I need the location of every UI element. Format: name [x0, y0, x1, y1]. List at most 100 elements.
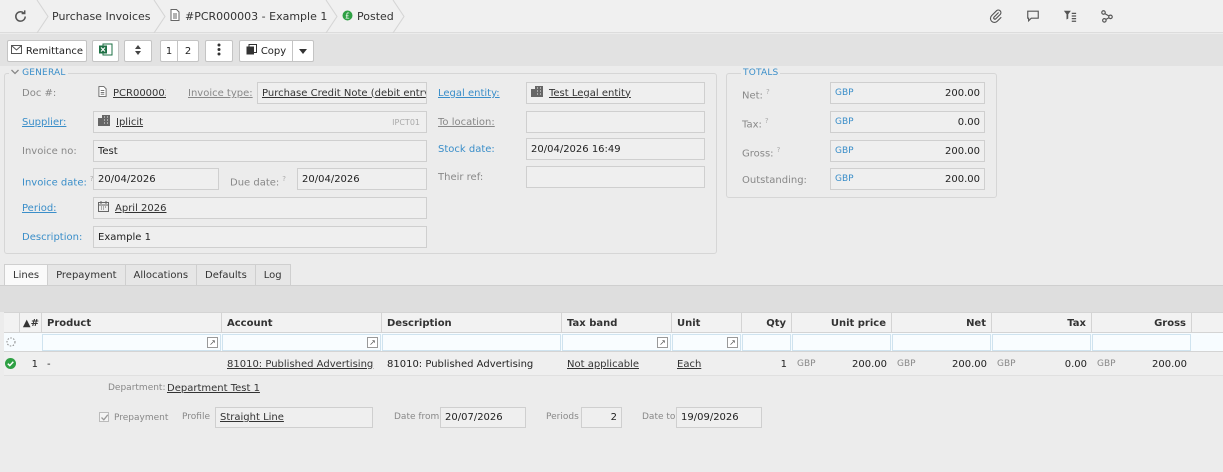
filter-account[interactable]: ↗: [222, 334, 381, 351]
description-label: Description:: [22, 232, 83, 243]
remittance-button[interactable]: Remittance: [7, 40, 87, 62]
header-product[interactable]: Product: [42, 313, 222, 333]
tab-lines[interactable]: Lines: [4, 264, 49, 286]
page-1-button[interactable]: 1: [160, 40, 178, 62]
breadcrumb-module[interactable]: Purchase Invoices: [52, 0, 151, 33]
tax-total-label: Tax:?: [742, 117, 769, 131]
account-link[interactable]: 81010: Published Advertising: [227, 359, 373, 370]
profile-field[interactable]: Straight Line: [215, 407, 373, 428]
export-excel-button[interactable]: [92, 40, 119, 62]
periods-field[interactable]: 2: [581, 407, 622, 428]
open-external-icon[interactable]: ↗: [657, 337, 668, 348]
department-link[interactable]: Department Test 1: [167, 383, 260, 394]
stock-date-field[interactable]: 20/04/2026 16:49: [526, 138, 705, 160]
supplier-value: Iplicit: [116, 116, 144, 128]
period-label[interactable]: Period:: [22, 203, 57, 214]
to-location-field[interactable]: [526, 111, 705, 133]
breadcrumb-record[interactable]: #PCR000003 - Example 1: [170, 0, 327, 33]
tab-allocations[interactable]: Allocations: [124, 264, 198, 285]
caret-down-icon: [299, 46, 307, 57]
cell-net[interactable]: GBP 200.00: [892, 352, 992, 376]
filter-tax[interactable]: [992, 334, 1091, 351]
invoice-type-label[interactable]: Invoice type:: [188, 88, 253, 99]
tab-defaults[interactable]: Defaults: [196, 264, 256, 285]
invoice-date-field[interactable]: 20/04/2026: [93, 168, 219, 190]
filter-unit-price[interactable]: [792, 334, 891, 351]
filter-net[interactable]: [892, 334, 991, 351]
attachment-icon[interactable]: [989, 9, 1003, 26]
filter-product[interactable]: ↗: [42, 334, 221, 351]
totals-legend: TOTALS: [741, 68, 781, 78]
gross-total-value: 200.00: [945, 145, 980, 157]
header-unit[interactable]: Unit: [672, 313, 742, 333]
legal-entity-label[interactable]: Legal entity:: [438, 88, 500, 99]
invoice-type-field[interactable]: Purchase Credit Note (debit entry): [257, 82, 427, 104]
doc-number-field[interactable]: PCR000003: [93, 82, 167, 104]
legal-entity-field[interactable]: Test Legal entity: [526, 82, 705, 104]
general-legend[interactable]: GENERAL: [9, 68, 68, 78]
due-date-field[interactable]: 20/04/2026: [297, 168, 427, 190]
cell-account[interactable]: 81010: Published Advertising: [222, 352, 382, 376]
filter-list-icon[interactable]: [1063, 9, 1077, 26]
header-tax-band[interactable]: Tax band: [562, 313, 672, 333]
date-from-field[interactable]: 20/07/2026: [440, 407, 526, 428]
building-icon: [531, 86, 543, 100]
their-ref-field[interactable]: [526, 166, 705, 188]
doc-number-value[interactable]: PCR000003: [113, 88, 166, 99]
header-net[interactable]: Net: [892, 313, 992, 333]
toolbar: Remittance 1 2 Copy: [0, 34, 1223, 66]
cell-unit-price[interactable]: GBP 200.00: [792, 352, 892, 376]
cell-qty[interactable]: 1: [742, 352, 792, 376]
filter-description[interactable]: [382, 334, 561, 351]
unit-link[interactable]: Each: [677, 359, 701, 370]
copy-dropdown-button[interactable]: [292, 40, 314, 62]
date-to-field[interactable]: 19/09/2026: [676, 407, 762, 428]
header-qty[interactable]: Qty: [742, 313, 792, 333]
cell-description[interactable]: 81010: Published Advertising: [382, 352, 562, 376]
table-row[interactable]: 1 - 81010: Published Advertising 81010: …: [4, 352, 1223, 376]
periods-label: Periods: [546, 412, 579, 422]
share-icon[interactable]: [1100, 9, 1114, 26]
comment-icon[interactable]: [1026, 9, 1040, 26]
cell-tax[interactable]: GBP 0.00: [992, 352, 1092, 376]
header-account[interactable]: Account: [222, 313, 382, 333]
header-tax[interactable]: Tax: [992, 313, 1092, 333]
filter-qty[interactable]: [742, 334, 791, 351]
cell-tax-band[interactable]: Not applicable: [562, 352, 672, 376]
open-external-icon[interactable]: ↗: [207, 337, 218, 348]
to-location-label[interactable]: To location:: [438, 117, 495, 128]
copy-button[interactable]: Copy: [239, 40, 293, 62]
tab-log[interactable]: Log: [254, 264, 291, 285]
tax-band-link[interactable]: Not applicable: [567, 359, 639, 370]
prepayment-checkbox[interactable]: [99, 412, 109, 422]
open-external-icon[interactable]: ↗: [367, 337, 378, 348]
invoice-no-field[interactable]: Test: [93, 140, 427, 162]
more-options-button[interactable]: [205, 40, 233, 62]
description-field[interactable]: Example 1: [93, 226, 427, 248]
period-field[interactable]: April 2026: [93, 197, 427, 219]
header-gross[interactable]: Gross: [1092, 313, 1192, 333]
navigate-updown-button[interactable]: [124, 40, 152, 62]
header-status: [4, 313, 20, 333]
cell-unit[interactable]: Each: [672, 352, 742, 376]
filter-tax-band[interactable]: ↗: [562, 334, 671, 351]
open-external-icon[interactable]: ↗: [727, 337, 738, 348]
cell-gross[interactable]: GBP 200.00: [1092, 352, 1192, 376]
header-unit-price[interactable]: Unit price: [792, 313, 892, 333]
header-row-number[interactable]: ▲#: [20, 313, 42, 333]
unit-price-value: 200.00: [852, 358, 887, 370]
grid-filter-row: ↗ ↗ ↗ ↗: [4, 333, 1223, 352]
remittance-label: Remittance: [25, 45, 84, 57]
header-description[interactable]: Description: [382, 313, 562, 333]
filter-unit[interactable]: ↗: [672, 334, 741, 351]
department-label: Department:: [108, 383, 166, 393]
tab-prepayment[interactable]: Prepayment: [47, 264, 126, 285]
document-icon: [170, 9, 180, 24]
cell-product[interactable]: -: [42, 352, 222, 376]
supplier-label[interactable]: Supplier:: [22, 117, 66, 128]
checkmark-icon: [101, 414, 109, 421]
refresh-icon[interactable]: [13, 9, 28, 24]
page-2-button[interactable]: 2: [177, 40, 199, 62]
filter-gross[interactable]: [1092, 334, 1191, 351]
supplier-field[interactable]: Iplicit IPCT01: [93, 111, 427, 133]
